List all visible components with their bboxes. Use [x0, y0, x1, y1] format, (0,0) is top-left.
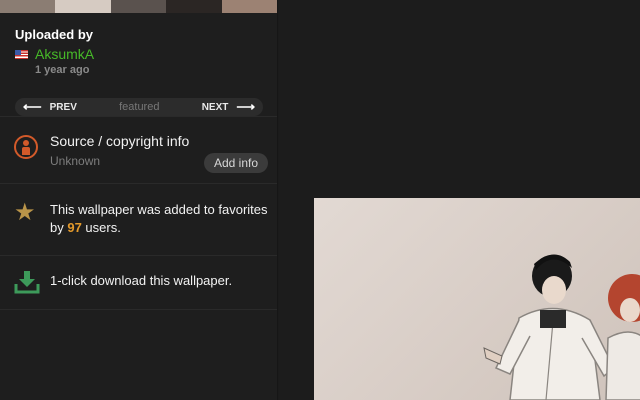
source-title: Source / copyright info: [50, 133, 190, 149]
source-section: Source / copyright info Unknown Add info: [0, 117, 277, 184]
upload-time: 1 year ago: [35, 64, 90, 76]
star-icon: ★: [14, 199, 36, 226]
color-palette: [0, 0, 278, 13]
uploader-username-link[interactable]: AksumkA: [35, 46, 94, 62]
uploader-row: AksumkA: [15, 46, 262, 62]
main-area: [279, 0, 640, 400]
wallpaper-image[interactable]: [314, 198, 640, 400]
person-circle-icon: [14, 135, 38, 159]
add-info-button[interactable]: Add info: [204, 153, 268, 173]
next-label: NEXT: [201, 101, 229, 113]
palette-swatch[interactable]: [55, 0, 111, 13]
arrow-right-icon: ⟶: [236, 99, 255, 114]
prev-button[interactable]: ⟵ PREV: [23, 99, 77, 115]
uploader-heading: Uploaded by: [15, 27, 94, 42]
palette-swatch[interactable]: [0, 0, 56, 13]
next-button[interactable]: NEXT ⟶: [202, 99, 255, 115]
download-icon: [14, 270, 40, 294]
download-link[interactable]: 1-click download this wallpaper.: [50, 273, 232, 288]
palette-swatch[interactable]: [110, 0, 167, 13]
source-value: Unknown: [50, 154, 101, 168]
download-section[interactable]: 1-click download this wallpaper.: [0, 256, 277, 310]
favorites-text-after: users.: [81, 220, 121, 235]
nav-context-label[interactable]: featured: [119, 101, 159, 113]
arrow-left-icon: ⟵: [23, 99, 42, 114]
favorites-section: ★ This wallpaper was added to favorites …: [0, 184, 277, 256]
wallpaper-nav: ⟵ PREV featured NEXT ⟶: [15, 98, 263, 116]
app-root: Uploaded by AksumkA 1 year ago ⟵ PREV fe…: [0, 0, 640, 400]
prev-label: PREV: [49, 101, 77, 113]
favorites-text: This wallpaper was added to favorites by…: [50, 201, 270, 237]
favorites-count: 97: [67, 220, 82, 235]
palette-swatch[interactable]: [166, 0, 222, 13]
sidebar: Uploaded by AksumkA 1 year ago ⟵ PREV fe…: [0, 0, 278, 400]
palette-swatch[interactable]: [221, 0, 278, 13]
us-flag-icon: [15, 49, 28, 59]
uploader-section: Uploaded by AksumkA 1 year ago ⟵ PREV fe…: [0, 13, 277, 117]
